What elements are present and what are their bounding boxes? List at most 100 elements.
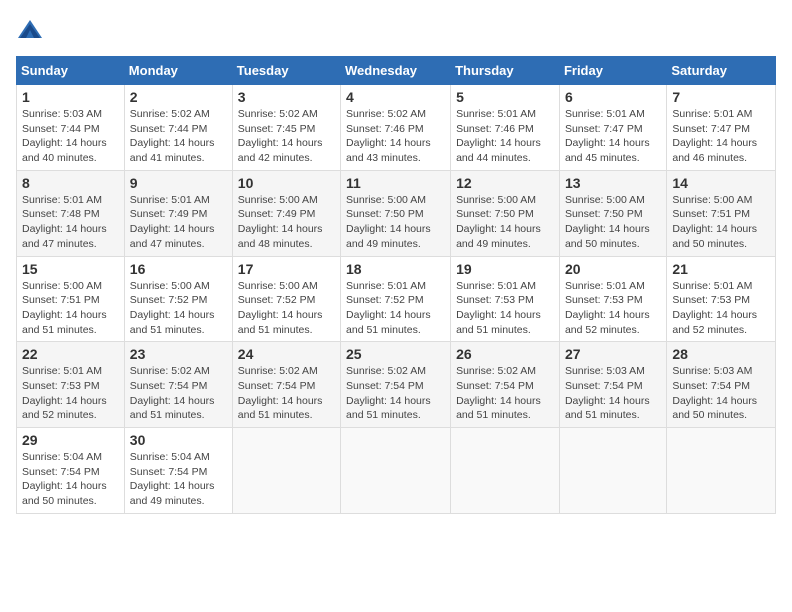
day-number: 10	[238, 175, 335, 191]
calendar-cell: 14 Sunrise: 5:00 AM Sunset: 7:51 PM Dayl…	[667, 170, 776, 256]
day-info: Sunrise: 5:03 AM Sunset: 7:54 PM Dayligh…	[672, 364, 770, 423]
calendar-cell: 28 Sunrise: 5:03 AM Sunset: 7:54 PM Dayl…	[667, 342, 776, 428]
calendar-cell: 13 Sunrise: 5:00 AM Sunset: 7:50 PM Dayl…	[559, 170, 666, 256]
day-info: Sunrise: 5:02 AM Sunset: 7:54 PM Dayligh…	[238, 364, 335, 423]
calendar-cell: 2 Sunrise: 5:02 AM Sunset: 7:44 PM Dayli…	[124, 85, 232, 171]
day-number: 5	[456, 89, 554, 105]
calendar-cell: 5 Sunrise: 5:01 AM Sunset: 7:46 PM Dayli…	[451, 85, 560, 171]
day-info: Sunrise: 5:04 AM Sunset: 7:54 PM Dayligh…	[22, 450, 119, 509]
weekday-header-sunday: Sunday	[17, 57, 125, 85]
calendar-cell: 7 Sunrise: 5:01 AM Sunset: 7:47 PM Dayli…	[667, 85, 776, 171]
calendar-cell: 27 Sunrise: 5:03 AM Sunset: 7:54 PM Dayl…	[559, 342, 666, 428]
day-info: Sunrise: 5:01 AM Sunset: 7:53 PM Dayligh…	[672, 279, 770, 338]
day-info: Sunrise: 5:00 AM Sunset: 7:49 PM Dayligh…	[238, 193, 335, 252]
day-number: 14	[672, 175, 770, 191]
calendar-cell: 9 Sunrise: 5:01 AM Sunset: 7:49 PM Dayli…	[124, 170, 232, 256]
calendar-cell: 20 Sunrise: 5:01 AM Sunset: 7:53 PM Dayl…	[559, 256, 666, 342]
day-info: Sunrise: 5:01 AM Sunset: 7:47 PM Dayligh…	[565, 107, 661, 166]
day-number: 8	[22, 175, 119, 191]
day-number: 30	[130, 432, 227, 448]
day-info: Sunrise: 5:02 AM Sunset: 7:54 PM Dayligh…	[130, 364, 227, 423]
day-info: Sunrise: 5:01 AM Sunset: 7:52 PM Dayligh…	[346, 279, 445, 338]
day-number: 17	[238, 261, 335, 277]
day-info: Sunrise: 5:02 AM Sunset: 7:44 PM Dayligh…	[130, 107, 227, 166]
day-number: 7	[672, 89, 770, 105]
calendar-cell: 24 Sunrise: 5:02 AM Sunset: 7:54 PM Dayl…	[232, 342, 340, 428]
day-info: Sunrise: 5:01 AM Sunset: 7:46 PM Dayligh…	[456, 107, 554, 166]
calendar-cell: 25 Sunrise: 5:02 AM Sunset: 7:54 PM Dayl…	[341, 342, 451, 428]
calendar-cell: 23 Sunrise: 5:02 AM Sunset: 7:54 PM Dayl…	[124, 342, 232, 428]
weekday-header-saturday: Saturday	[667, 57, 776, 85]
day-number: 9	[130, 175, 227, 191]
day-number: 4	[346, 89, 445, 105]
calendar-cell: 3 Sunrise: 5:02 AM Sunset: 7:45 PM Dayli…	[232, 85, 340, 171]
calendar-cell: 17 Sunrise: 5:00 AM Sunset: 7:52 PM Dayl…	[232, 256, 340, 342]
weekday-header-monday: Monday	[124, 57, 232, 85]
calendar-cell	[232, 428, 340, 514]
weekday-header-friday: Friday	[559, 57, 666, 85]
calendar-cell: 16 Sunrise: 5:00 AM Sunset: 7:52 PM Dayl…	[124, 256, 232, 342]
day-info: Sunrise: 5:02 AM Sunset: 7:46 PM Dayligh…	[346, 107, 445, 166]
day-info: Sunrise: 5:00 AM Sunset: 7:52 PM Dayligh…	[238, 279, 335, 338]
calendar-cell	[559, 428, 666, 514]
day-number: 20	[565, 261, 661, 277]
day-number: 16	[130, 261, 227, 277]
weekday-header-wednesday: Wednesday	[341, 57, 451, 85]
calendar-cell: 4 Sunrise: 5:02 AM Sunset: 7:46 PM Dayli…	[341, 85, 451, 171]
day-number: 15	[22, 261, 119, 277]
day-info: Sunrise: 5:03 AM Sunset: 7:44 PM Dayligh…	[22, 107, 119, 166]
day-info: Sunrise: 5:00 AM Sunset: 7:50 PM Dayligh…	[565, 193, 661, 252]
calendar-cell: 26 Sunrise: 5:02 AM Sunset: 7:54 PM Dayl…	[451, 342, 560, 428]
day-info: Sunrise: 5:00 AM Sunset: 7:52 PM Dayligh…	[130, 279, 227, 338]
calendar-cell	[667, 428, 776, 514]
day-number: 12	[456, 175, 554, 191]
calendar-cell: 1 Sunrise: 5:03 AM Sunset: 7:44 PM Dayli…	[17, 85, 125, 171]
day-info: Sunrise: 5:02 AM Sunset: 7:54 PM Dayligh…	[456, 364, 554, 423]
day-number: 18	[346, 261, 445, 277]
day-number: 3	[238, 89, 335, 105]
day-info: Sunrise: 5:04 AM Sunset: 7:54 PM Dayligh…	[130, 450, 227, 509]
day-number: 27	[565, 346, 661, 362]
day-info: Sunrise: 5:02 AM Sunset: 7:54 PM Dayligh…	[346, 364, 445, 423]
calendar-table: SundayMondayTuesdayWednesdayThursdayFrid…	[16, 56, 776, 514]
day-info: Sunrise: 5:01 AM Sunset: 7:53 PM Dayligh…	[22, 364, 119, 423]
day-number: 29	[22, 432, 119, 448]
day-number: 25	[346, 346, 445, 362]
calendar-cell: 18 Sunrise: 5:01 AM Sunset: 7:52 PM Dayl…	[341, 256, 451, 342]
day-number: 26	[456, 346, 554, 362]
calendar-cell: 10 Sunrise: 5:00 AM Sunset: 7:49 PM Dayl…	[232, 170, 340, 256]
calendar-cell: 30 Sunrise: 5:04 AM Sunset: 7:54 PM Dayl…	[124, 428, 232, 514]
calendar-cell: 8 Sunrise: 5:01 AM Sunset: 7:48 PM Dayli…	[17, 170, 125, 256]
day-info: Sunrise: 5:01 AM Sunset: 7:47 PM Dayligh…	[672, 107, 770, 166]
page-header	[16, 16, 776, 44]
weekday-header-tuesday: Tuesday	[232, 57, 340, 85]
day-number: 28	[672, 346, 770, 362]
day-number: 11	[346, 175, 445, 191]
weekday-header-thursday: Thursday	[451, 57, 560, 85]
day-info: Sunrise: 5:01 AM Sunset: 7:53 PM Dayligh…	[456, 279, 554, 338]
day-number: 23	[130, 346, 227, 362]
calendar-cell: 22 Sunrise: 5:01 AM Sunset: 7:53 PM Dayl…	[17, 342, 125, 428]
day-info: Sunrise: 5:01 AM Sunset: 7:49 PM Dayligh…	[130, 193, 227, 252]
calendar-cell: 29 Sunrise: 5:04 AM Sunset: 7:54 PM Dayl…	[17, 428, 125, 514]
calendar-cell: 12 Sunrise: 5:00 AM Sunset: 7:50 PM Dayl…	[451, 170, 560, 256]
calendar-cell	[451, 428, 560, 514]
logo	[16, 16, 46, 44]
day-number: 1	[22, 89, 119, 105]
day-info: Sunrise: 5:00 AM Sunset: 7:51 PM Dayligh…	[22, 279, 119, 338]
day-number: 13	[565, 175, 661, 191]
day-number: 21	[672, 261, 770, 277]
calendar-cell: 11 Sunrise: 5:00 AM Sunset: 7:50 PM Dayl…	[341, 170, 451, 256]
calendar-cell: 19 Sunrise: 5:01 AM Sunset: 7:53 PM Dayl…	[451, 256, 560, 342]
day-number: 2	[130, 89, 227, 105]
day-number: 24	[238, 346, 335, 362]
calendar-cell	[341, 428, 451, 514]
day-info: Sunrise: 5:00 AM Sunset: 7:51 PM Dayligh…	[672, 193, 770, 252]
calendar-cell: 6 Sunrise: 5:01 AM Sunset: 7:47 PM Dayli…	[559, 85, 666, 171]
day-number: 19	[456, 261, 554, 277]
day-info: Sunrise: 5:00 AM Sunset: 7:50 PM Dayligh…	[456, 193, 554, 252]
day-number: 22	[22, 346, 119, 362]
day-info: Sunrise: 5:00 AM Sunset: 7:50 PM Dayligh…	[346, 193, 445, 252]
logo-icon	[16, 16, 44, 44]
day-info: Sunrise: 5:02 AM Sunset: 7:45 PM Dayligh…	[238, 107, 335, 166]
